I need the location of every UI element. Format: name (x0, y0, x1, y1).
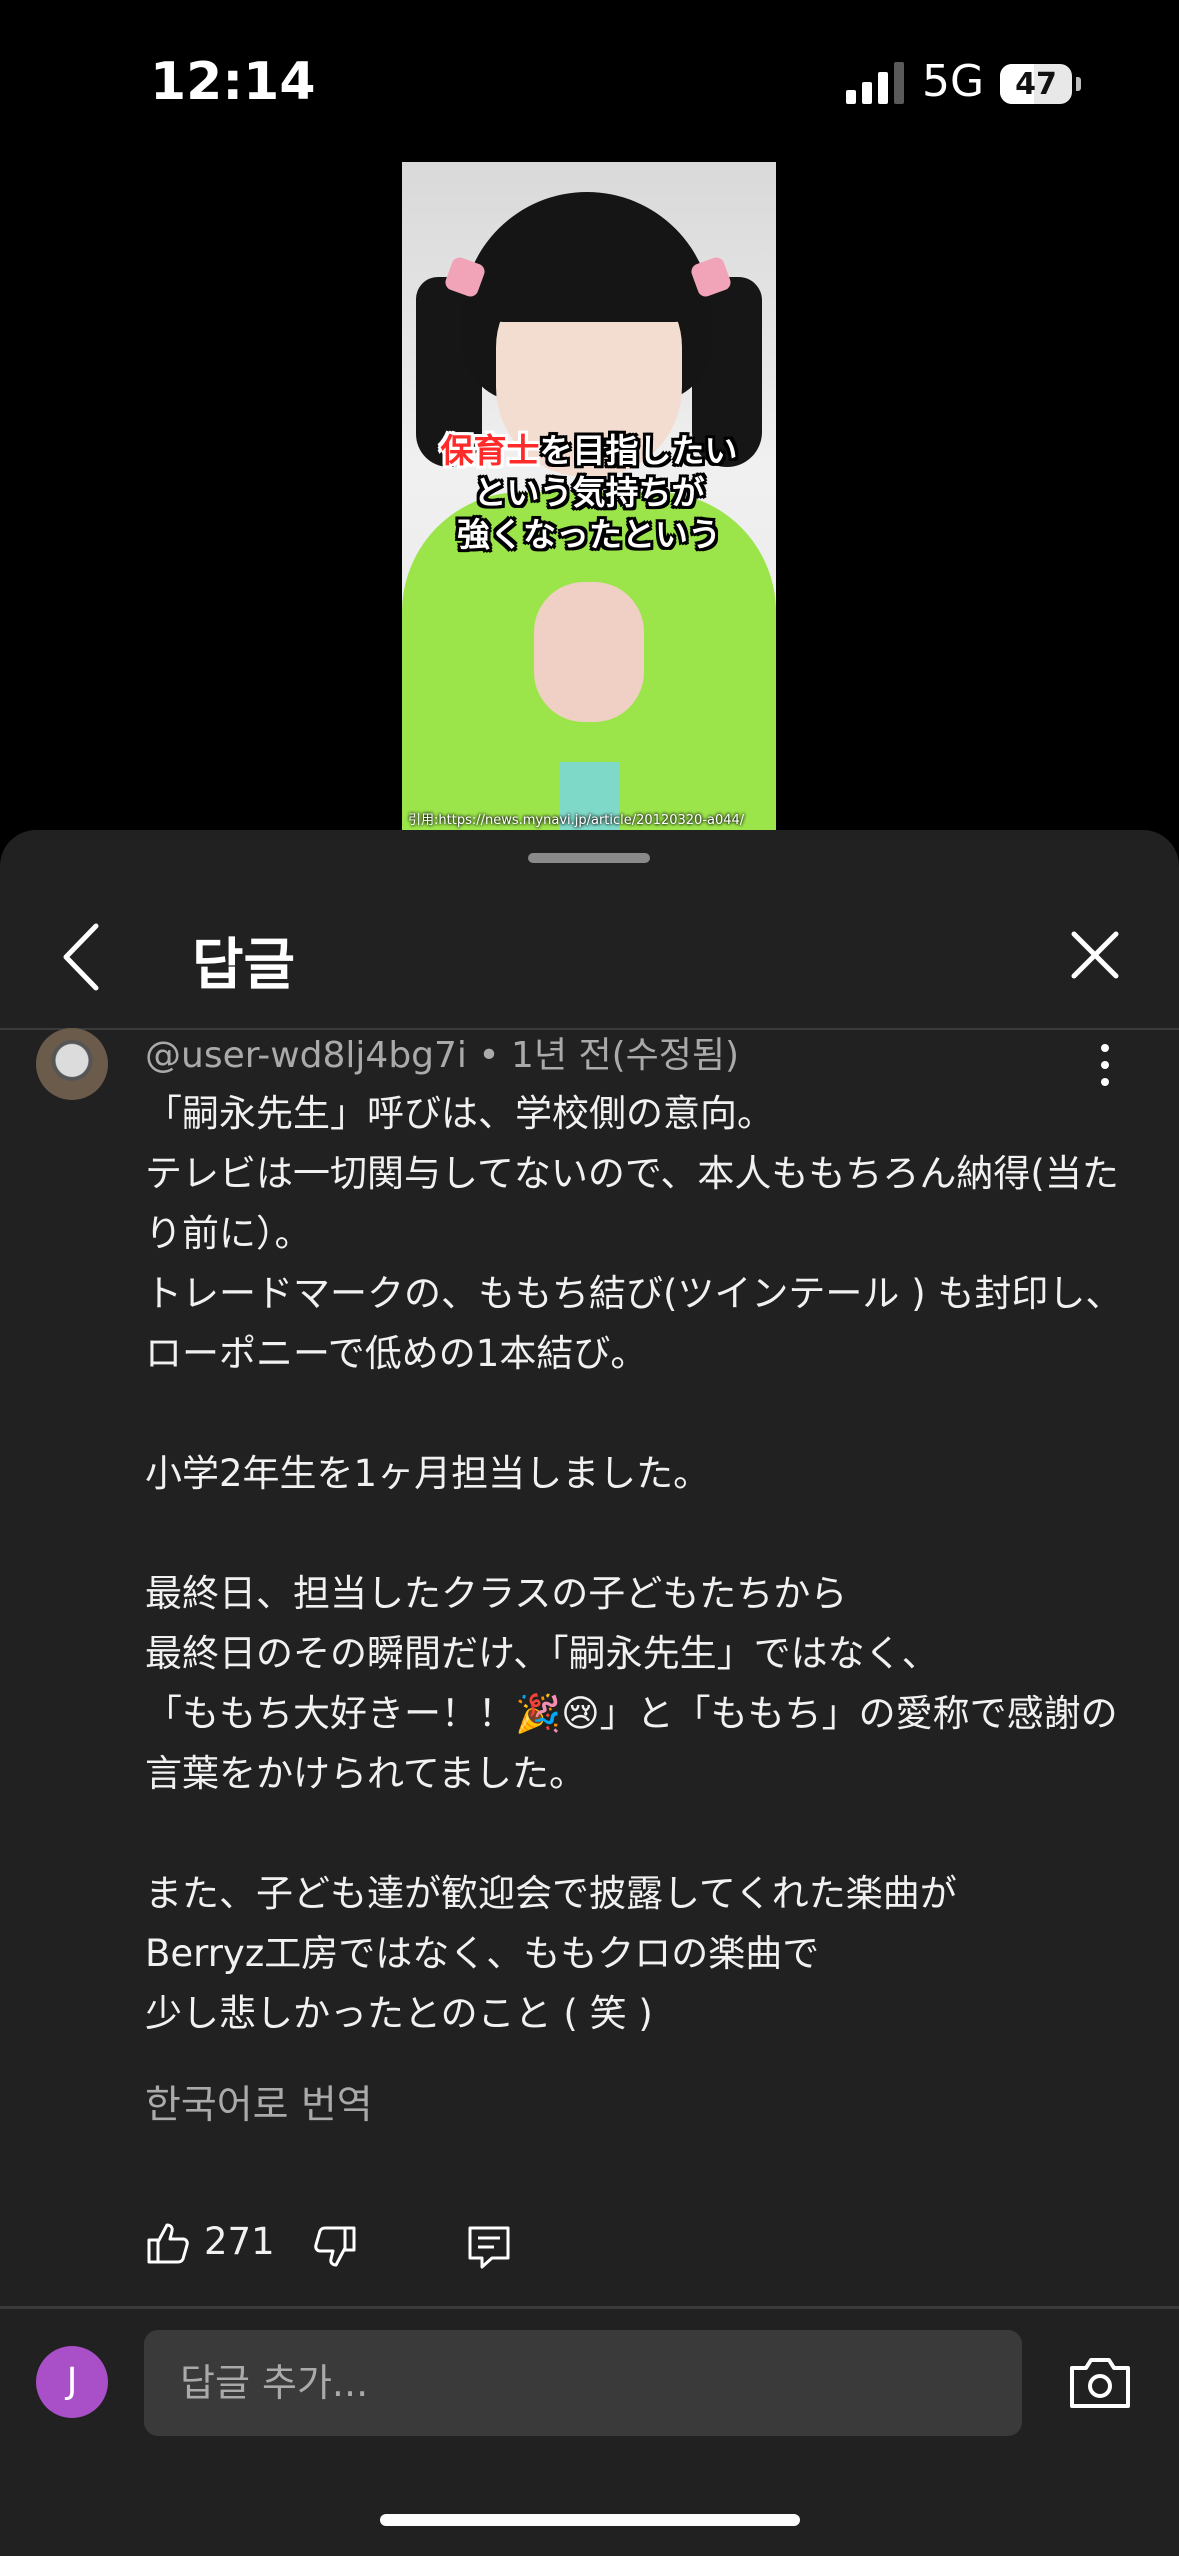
battery-icon: 47 (1000, 64, 1072, 104)
caption-highlight: 保育士 (440, 431, 540, 470)
more-options-icon[interactable] (1090, 1040, 1120, 1090)
composer-divider (0, 2306, 1179, 2309)
translate-link[interactable]: 한국어로 번역 (145, 2074, 373, 2130)
caption-line-1: を目指したい (539, 431, 738, 470)
commenter-avatar[interactable] (36, 1028, 108, 1100)
network-type: 5G (922, 56, 985, 107)
video-player[interactable]: 保育士を目指したい という気持ちが 強くなったという 引用:https://ne… (402, 162, 776, 830)
back-chevron-icon[interactable] (52, 912, 122, 1002)
home-indicator[interactable] (380, 2514, 800, 2526)
add-reply-input[interactable] (144, 2330, 1022, 2436)
page-title: 답글 (192, 933, 296, 998)
sheet-drag-handle[interactable] (528, 853, 650, 863)
cellular-signal-icon (846, 62, 904, 104)
video-source-credit: 引用:https://news.mynavi.jp/article/201203… (408, 813, 745, 828)
close-icon[interactable] (1060, 920, 1130, 990)
caption-line-3: 強くなったという (457, 515, 721, 554)
status-bar: 12:14 5G 47 (0, 0, 1179, 150)
thumbs-up-icon[interactable] (145, 2220, 191, 2266)
comment-author-meta[interactable]: @user-wd8lj4bg7i • 1년 전(수정됨) (145, 1026, 739, 1078)
reply-comment-icon[interactable] (466, 2224, 512, 2270)
thumbs-down-icon[interactable] (312, 2224, 358, 2270)
battery-percent: 47 (1015, 67, 1057, 102)
caption-line-2: という気持ちが (473, 473, 705, 512)
battery-tip (1076, 77, 1081, 91)
like-count: 271 (204, 2220, 275, 2263)
camera-icon[interactable] (1068, 2354, 1132, 2410)
comment-text: 「嗣永先生」呼びは、学校側の意向。 テレビは一切関与してないので、本人ももちろん… (145, 1092, 1123, 2035)
status-time: 12:14 (150, 52, 316, 112)
user-avatar[interactable]: J (36, 2346, 108, 2418)
video-art (534, 582, 644, 722)
video-caption: 保育士を目指したい という気持ちが 強くなったという (402, 430, 776, 556)
